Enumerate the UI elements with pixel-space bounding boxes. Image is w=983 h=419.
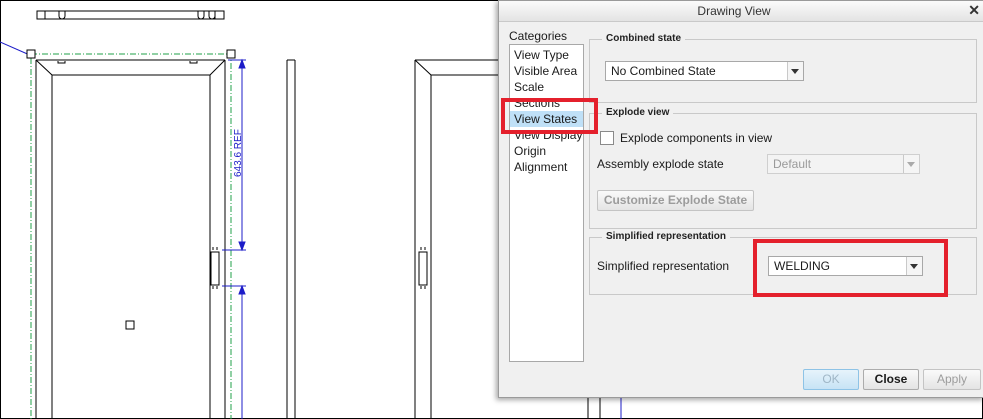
selection-handle-right[interactable]	[226, 49, 236, 59]
door-frame-view	[35, 59, 226, 419]
apply-button[interactable]: Apply	[923, 369, 981, 390]
category-visible-area[interactable]: Visible Area	[510, 63, 583, 79]
close-button[interactable]: Close	[863, 369, 919, 390]
category-alignment[interactable]: Alignment	[510, 159, 583, 175]
category-origin[interactable]: Origin	[510, 143, 583, 159]
simplified-rep-group: Simplified representation Simplified rep…	[589, 231, 977, 295]
selection-handle-left[interactable]	[26, 49, 36, 59]
category-view-type[interactable]: View Type	[510, 47, 583, 63]
customize-explode-state-button[interactable]: Customize Explode State	[597, 190, 754, 211]
mid-profile-view	[286, 59, 296, 419]
chevron-down-icon	[787, 62, 803, 80]
dialog-title: Drawing View	[697, 4, 771, 18]
assembly-explode-value: Default	[773, 157, 812, 171]
category-view-display[interactable]: View Display	[510, 127, 583, 143]
simplified-rep-group-label: Simplified representation	[602, 231, 731, 242]
chevron-down-icon	[903, 155, 919, 173]
ok-button[interactable]: OK	[803, 369, 859, 390]
category-scale[interactable]: Scale	[510, 79, 583, 95]
categories-list[interactable]: View Type Visible Area Scale Sections Vi…	[509, 44, 584, 362]
explode-components-checkbox[interactable]	[600, 131, 614, 145]
view-boundary	[30, 53, 232, 419]
simplified-rep-label: Simplified representation	[597, 259, 730, 273]
chevron-down-icon	[906, 257, 922, 275]
assembly-explode-select[interactable]: Default	[767, 154, 920, 174]
category-sections[interactable]: Sections	[510, 95, 583, 111]
simplified-rep-value: WELDING	[774, 259, 831, 273]
dialog-titlebar[interactable]: Drawing View ✕	[499, 1, 983, 22]
explode-view-group-label: Explode view	[602, 107, 674, 118]
combined-state-select[interactable]: No Combined State	[605, 61, 804, 81]
dimension-label: 643.6 REF	[233, 129, 244, 177]
combined-state-value: No Combined State	[611, 64, 716, 78]
categories-label: Categories	[509, 29, 568, 43]
explode-components-label: Explode components in view	[620, 131, 773, 145]
dimension-643	[222, 58, 246, 419]
lower-lines	[587, 397, 622, 419]
anchor-point[interactable]	[125, 320, 135, 330]
combined-state-group-label: Combined state	[602, 33, 686, 44]
combined-state-group: Combined state No Combined State	[589, 33, 977, 103]
drawing-view-dialog: Drawing View ✕ Categories View Type Visi…	[498, 0, 983, 398]
assembly-explode-label: Assembly explode state	[597, 157, 724, 171]
explode-view-group: Explode view Explode components in view …	[589, 107, 977, 229]
category-view-states[interactable]: View States	[510, 111, 583, 127]
top-part-view	[36, 10, 225, 20]
close-icon[interactable]: ✕	[968, 2, 980, 19]
simplified-rep-select[interactable]: WELDING	[768, 256, 923, 276]
right-frame-view	[414, 59, 500, 419]
